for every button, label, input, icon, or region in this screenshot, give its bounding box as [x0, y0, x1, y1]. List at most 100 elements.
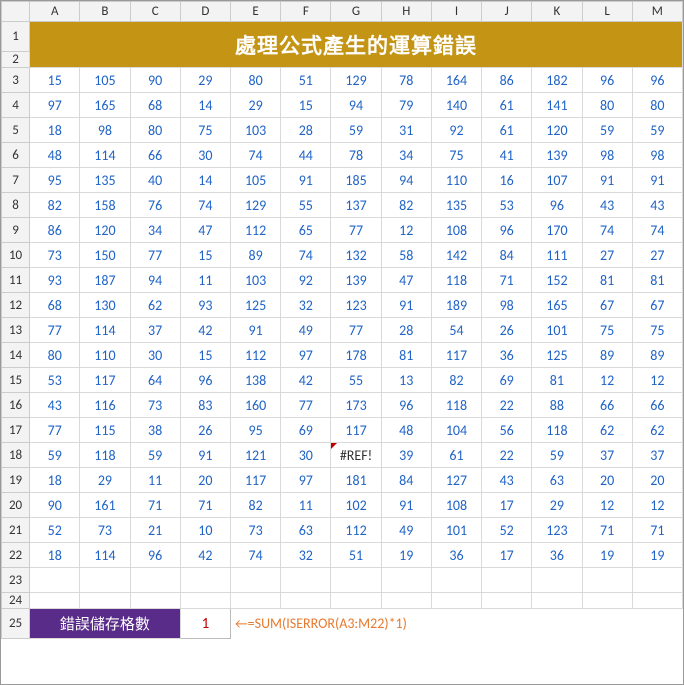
cell-E8[interactable]: 129	[230, 193, 280, 218]
cell-B18[interactable]: 118	[80, 443, 130, 468]
cell-B6[interactable]: 114	[80, 143, 130, 168]
cell-D3[interactable]: 29	[180, 68, 230, 93]
cell-F4[interactable]: 15	[281, 93, 331, 118]
cell-G5[interactable]: 59	[331, 118, 381, 143]
cell-M4[interactable]: 80	[632, 93, 682, 118]
cell-B14[interactable]: 110	[80, 343, 130, 368]
cell-F5[interactable]: 28	[281, 118, 331, 143]
cell-A17[interactable]: 77	[30, 418, 80, 443]
cell-A8[interactable]: 82	[30, 193, 80, 218]
cell-L3[interactable]: 96	[582, 68, 632, 93]
cell-G20[interactable]: 102	[331, 493, 381, 518]
cell-E9[interactable]: 112	[230, 218, 280, 243]
cell-I17[interactable]: 104	[431, 418, 481, 443]
cell-E18[interactable]: 121	[230, 443, 280, 468]
cell-K14[interactable]: 125	[532, 343, 582, 368]
cell-J18[interactable]: 22	[482, 443, 532, 468]
cell-H20[interactable]: 91	[381, 493, 431, 518]
cell-G19[interactable]: 181	[331, 468, 381, 493]
error-count-value[interactable]: 1	[180, 609, 230, 639]
cell-K11[interactable]: 152	[532, 268, 582, 293]
cell-F16[interactable]: 77	[281, 393, 331, 418]
cell-H16[interactable]: 96	[381, 393, 431, 418]
cell-J20[interactable]: 17	[482, 493, 532, 518]
cell-H7[interactable]: 94	[381, 168, 431, 193]
cell-L20[interactable]: 12	[582, 493, 632, 518]
cell-F23[interactable]	[281, 568, 331, 593]
cell-D15[interactable]: 96	[180, 368, 230, 393]
cell-D17[interactable]: 26	[180, 418, 230, 443]
cell-I10[interactable]: 142	[431, 243, 481, 268]
cell-G9[interactable]: 77	[331, 218, 381, 243]
cell-F9[interactable]: 65	[281, 218, 331, 243]
cell-L6[interactable]: 98	[582, 143, 632, 168]
cell-C15[interactable]: 64	[130, 368, 180, 393]
cell-A14[interactable]: 80	[30, 343, 80, 368]
cell-J8[interactable]: 53	[482, 193, 532, 218]
cell-K3[interactable]: 182	[532, 68, 582, 93]
row-header-24[interactable]: 24	[2, 593, 30, 609]
cell-C17[interactable]: 38	[130, 418, 180, 443]
cell-J19[interactable]: 43	[482, 468, 532, 493]
cell-L23[interactable]	[582, 568, 632, 593]
cell-C16[interactable]: 73	[130, 393, 180, 418]
cell-B19[interactable]: 29	[80, 468, 130, 493]
cell-A12[interactable]: 68	[30, 293, 80, 318]
cell-K18[interactable]: 59	[532, 443, 582, 468]
cell-F6[interactable]: 44	[281, 143, 331, 168]
cell-B9[interactable]: 120	[80, 218, 130, 243]
row-header-23[interactable]: 23	[2, 568, 30, 593]
cell-K10[interactable]: 111	[532, 243, 582, 268]
cell-I19[interactable]: 127	[431, 468, 481, 493]
cell-C20[interactable]: 71	[130, 493, 180, 518]
cell-H22[interactable]: 19	[381, 543, 431, 568]
cell-K9[interactable]: 170	[532, 218, 582, 243]
cell-G18[interactable]: #REF!	[331, 443, 381, 468]
cell-H19[interactable]: 84	[381, 468, 431, 493]
cell-I13[interactable]: 54	[431, 318, 481, 343]
cell-A11[interactable]: 93	[30, 268, 80, 293]
cell-F14[interactable]: 97	[281, 343, 331, 368]
cell-E11[interactable]: 103	[230, 268, 280, 293]
cell-H12[interactable]: 91	[381, 293, 431, 318]
cell-L22[interactable]: 19	[582, 543, 632, 568]
cell-K15[interactable]: 81	[532, 368, 582, 393]
cell-F7[interactable]: 91	[281, 168, 331, 193]
cell-B24[interactable]	[80, 593, 130, 609]
cell-M6[interactable]: 98	[632, 143, 682, 168]
cell-F13[interactable]: 49	[281, 318, 331, 343]
cell-H8[interactable]: 82	[381, 193, 431, 218]
cell-I11[interactable]: 118	[431, 268, 481, 293]
row-header-11[interactable]: 11	[2, 268, 30, 293]
cell-E5[interactable]: 103	[230, 118, 280, 143]
cell-I15[interactable]: 82	[431, 368, 481, 393]
cell-D18[interactable]: 91	[180, 443, 230, 468]
cell-D16[interactable]: 83	[180, 393, 230, 418]
cell-B10[interactable]: 150	[80, 243, 130, 268]
cell-L7[interactable]: 91	[582, 168, 632, 193]
column-header-C[interactable]: C	[130, 2, 180, 22]
cell-I4[interactable]: 140	[431, 93, 481, 118]
cell-C24[interactable]	[130, 593, 180, 609]
cell-A15[interactable]: 53	[30, 368, 80, 393]
cell-F12[interactable]: 32	[281, 293, 331, 318]
cell-E3[interactable]: 80	[230, 68, 280, 93]
cell-M11[interactable]: 81	[632, 268, 682, 293]
cell-D22[interactable]: 42	[180, 543, 230, 568]
cell-M17[interactable]: 62	[632, 418, 682, 443]
cell-E14[interactable]: 112	[230, 343, 280, 368]
row-header-5[interactable]: 5	[2, 118, 30, 143]
cell-E12[interactable]: 125	[230, 293, 280, 318]
cell-F11[interactable]: 92	[281, 268, 331, 293]
cell-I22[interactable]: 36	[431, 543, 481, 568]
cell-H23[interactable]	[381, 568, 431, 593]
cell-A10[interactable]: 73	[30, 243, 80, 268]
cell-J9[interactable]: 96	[482, 218, 532, 243]
column-header-D[interactable]: D	[180, 2, 230, 22]
cell-K13[interactable]: 101	[532, 318, 582, 343]
cell-D7[interactable]: 14	[180, 168, 230, 193]
cell-A6[interactable]: 48	[30, 143, 80, 168]
cell-F8[interactable]: 55	[281, 193, 331, 218]
cell-D20[interactable]: 71	[180, 493, 230, 518]
cell-K21[interactable]: 123	[532, 518, 582, 543]
